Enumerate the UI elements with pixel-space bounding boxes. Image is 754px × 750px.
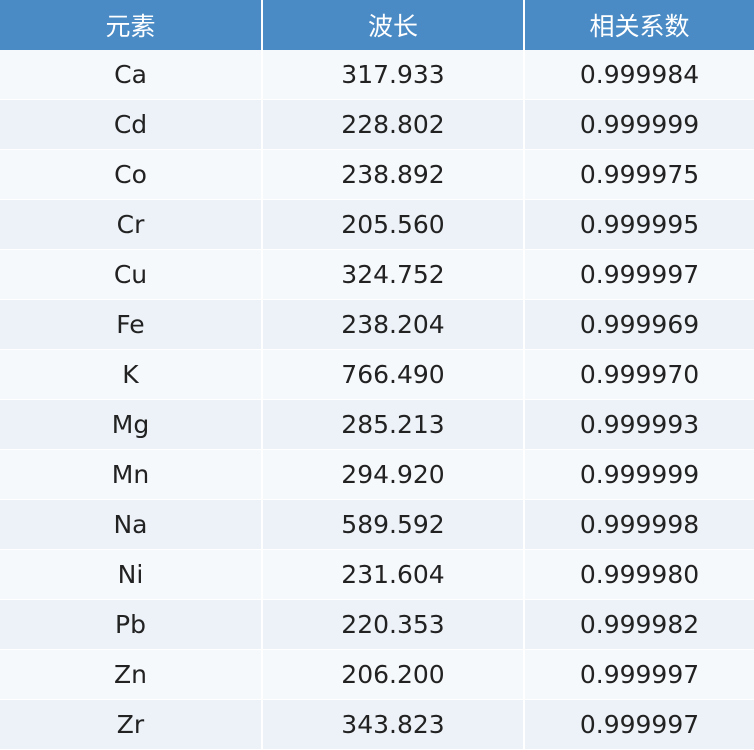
table-row: Fe 238.204 0.999969 — [0, 299, 754, 350]
table-row: K 766.490 0.999970 — [0, 349, 754, 400]
cell-wavelength: 343.823 — [262, 699, 525, 750]
cell-correlation: 0.999997 — [524, 249, 754, 300]
cell-wavelength: 220.353 — [262, 599, 525, 650]
table-row: Zn 206.200 0.999997 — [0, 649, 754, 700]
table-row: Na 589.592 0.999998 — [0, 499, 754, 550]
cell-element: Na — [0, 499, 263, 550]
cell-correlation: 0.999999 — [524, 99, 754, 150]
cell-correlation: 0.999982 — [524, 599, 754, 650]
cell-element: Zn — [0, 649, 263, 700]
header-correlation: 相关系数 — [524, 0, 754, 50]
table-row: Ni 231.604 0.999980 — [0, 549, 754, 600]
table-row: Mg 285.213 0.999993 — [0, 399, 754, 450]
cell-wavelength: 206.200 — [262, 649, 525, 700]
cell-wavelength: 205.560 — [262, 199, 525, 250]
cell-element: Fe — [0, 299, 263, 350]
cell-correlation: 0.999970 — [524, 349, 754, 400]
cell-correlation: 0.999995 — [524, 199, 754, 250]
cell-element: Ni — [0, 549, 263, 600]
header-wavelength: 波长 — [262, 0, 525, 50]
cell-correlation: 0.999997 — [524, 649, 754, 700]
cell-element: K — [0, 349, 263, 400]
cell-element: Pb — [0, 599, 263, 650]
cell-wavelength: 238.892 — [262, 149, 525, 200]
cell-wavelength: 228.802 — [262, 99, 525, 150]
cell-wavelength: 238.204 — [262, 299, 525, 350]
cell-correlation: 0.999998 — [524, 499, 754, 550]
cell-correlation: 0.999997 — [524, 699, 754, 750]
cell-correlation: 0.999993 — [524, 399, 754, 450]
cell-element: Mn — [0, 449, 263, 500]
cell-element: Cd — [0, 99, 263, 150]
cell-element: Cr — [0, 199, 263, 250]
header-element: 元素 — [0, 0, 263, 50]
cell-wavelength: 766.490 — [262, 349, 525, 400]
calibration-table: 元素 波长 相关系数 Ca 317.933 0.999984 Cd 228.80… — [0, 0, 754, 750]
cell-wavelength: 589.592 — [262, 499, 525, 550]
cell-wavelength: 285.213 — [262, 399, 525, 450]
cell-wavelength: 317.933 — [262, 50, 525, 100]
table-row: Cu 324.752 0.999997 — [0, 249, 754, 300]
table-row: Pb 220.353 0.999982 — [0, 599, 754, 650]
cell-correlation: 0.999999 — [524, 449, 754, 500]
cell-element: Ca — [0, 50, 263, 100]
cell-element: Mg — [0, 399, 263, 450]
table-header: 元素 波长 相关系数 — [0, 0, 754, 50]
cell-element: Co — [0, 149, 263, 200]
cell-wavelength: 231.604 — [262, 549, 525, 600]
cell-element: Zr — [0, 699, 263, 750]
cell-element: Cu — [0, 249, 263, 300]
table-row: Cr 205.560 0.999995 — [0, 199, 754, 250]
table-row: Zr 343.823 0.999997 — [0, 699, 754, 750]
cell-wavelength: 324.752 — [262, 249, 525, 300]
table-body: Ca 317.933 0.999984 Cd 228.802 0.999999 … — [0, 50, 754, 750]
table-row: Cd 228.802 0.999999 — [0, 99, 754, 150]
table-row: Co 238.892 0.999975 — [0, 149, 754, 200]
header-row: 元素 波长 相关系数 — [0, 0, 754, 50]
cell-wavelength: 294.920 — [262, 449, 525, 500]
cell-correlation: 0.999984 — [524, 50, 754, 100]
cell-correlation: 0.999980 — [524, 549, 754, 600]
cell-correlation: 0.999969 — [524, 299, 754, 350]
table-row: Mn 294.920 0.999999 — [0, 449, 754, 500]
table-row: Ca 317.933 0.999984 — [0, 50, 754, 100]
cell-correlation: 0.999975 — [524, 149, 754, 200]
